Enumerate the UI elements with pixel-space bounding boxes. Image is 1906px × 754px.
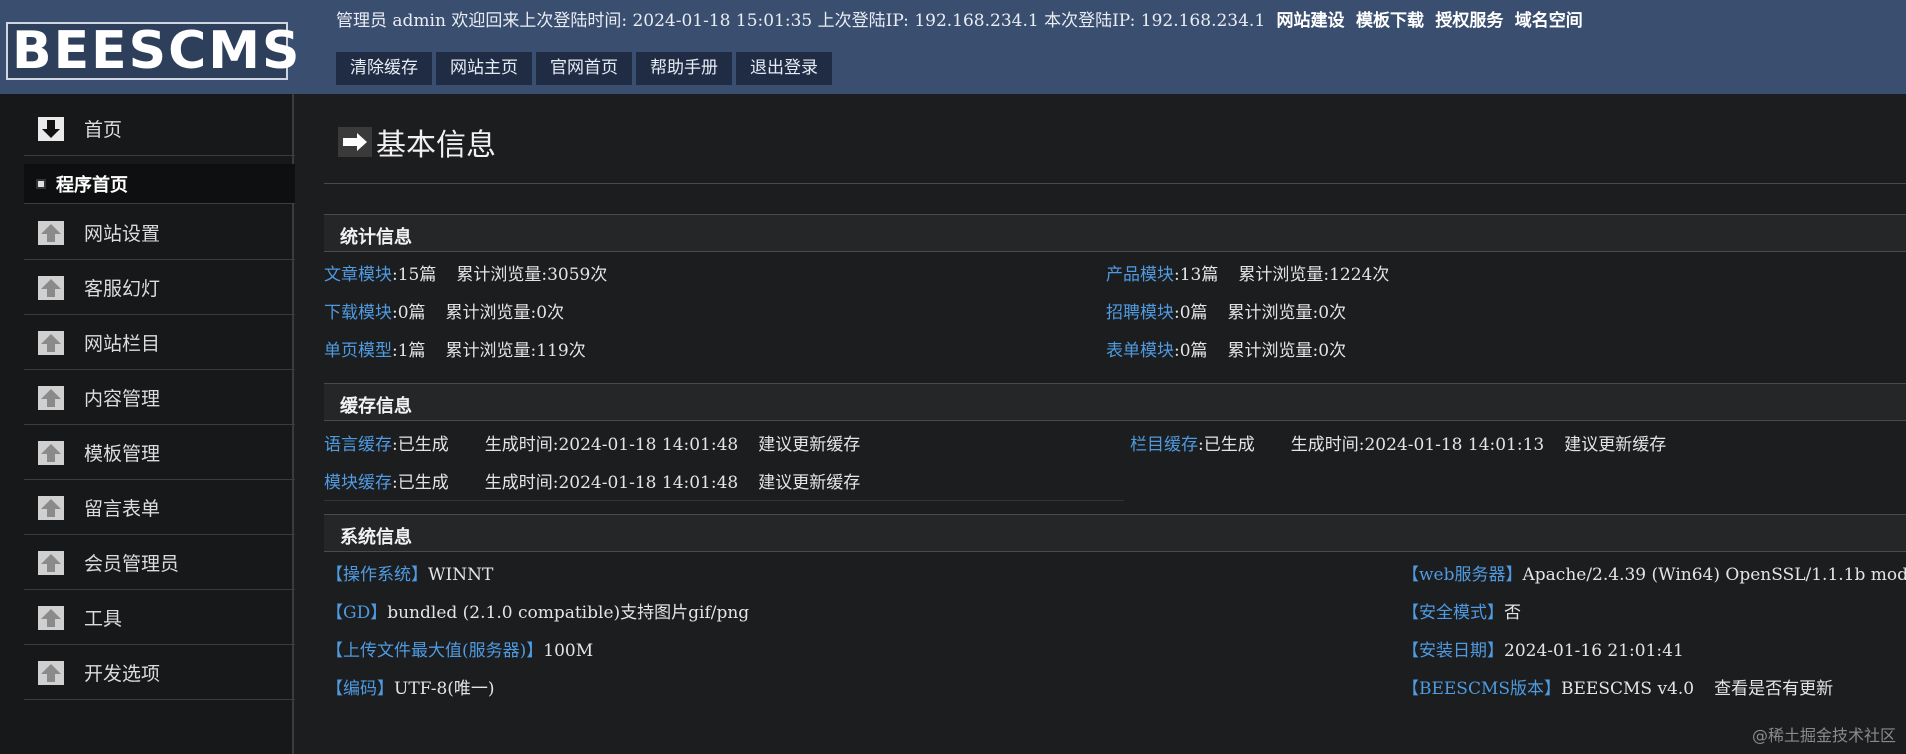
stat-row: 下载模块:0篇 累计浏览量:0次 (324, 303, 565, 323)
cache-link[interactable]: 模块缓存 (324, 473, 392, 493)
down-arrow-icon (38, 116, 64, 141)
system-row: 【操作系统】WINNT (326, 565, 494, 585)
check-update-link[interactable]: 查看是否有更新 (1714, 679, 1833, 699)
system-row: 【BEESCMS版本】BEESCMS v4.0 查看是否有更新 (1402, 679, 1834, 699)
section-header-system: 系统信息 (324, 514, 1906, 552)
link-domain-hosting[interactable]: 域名空间 (1515, 11, 1583, 31)
link-template-download[interactable]: 模板下载 (1356, 11, 1424, 31)
cache-link[interactable]: 栏目缓存 (1130, 435, 1198, 455)
cache-row: 模块缓存:已生成 生成时间:2024-01-18 14:01:48 建议更新缓存 (324, 473, 861, 493)
system-row: 【安全模式】否 (1402, 603, 1521, 623)
sidebar-item-member-admin[interactable]: 会员管理员 (24, 536, 295, 590)
sidebar-label: 留言表单 (84, 498, 161, 520)
sidebar-label: 会员管理员 (84, 553, 180, 575)
clear-cache-button[interactable]: 清除缓存 (336, 52, 432, 85)
sidebar-item-program-home[interactable]: 程序首页 (24, 164, 295, 204)
up-arrow-icon (38, 275, 64, 300)
system-row: 【上传文件最大值(服务器)】100M (326, 641, 594, 661)
module-link[interactable]: 单页模型 (324, 341, 392, 361)
link-license-service[interactable]: 授权服务 (1435, 11, 1503, 31)
sidebar-label: 内容管理 (84, 388, 161, 410)
up-arrow-icon (38, 385, 64, 410)
sidebar-item-content-management[interactable]: 内容管理 (24, 371, 295, 425)
divider (324, 500, 1124, 501)
stat-row: 招聘模块:0篇 累计浏览量:0次 (1106, 303, 1347, 323)
up-arrow-icon (38, 440, 64, 465)
page-title-text: 基本信息 (376, 128, 496, 163)
up-arrow-icon (38, 550, 64, 575)
cache-row: 语言缓存:已生成 生成时间:2024-01-18 14:01:48 建议更新缓存 (324, 435, 861, 455)
main-content: 基本信息 统计信息 文章模块:15篇 累计浏览量:3059次 产品模块:13篇 累计… (324, 94, 1906, 754)
sidebar-label: 模板管理 (84, 443, 161, 465)
sidebar-item-site-settings[interactable]: 网站设置 (24, 206, 295, 260)
sidebar-item-service-slides[interactable]: 客服幻灯 (24, 261, 295, 315)
system-row: 【web服务器】Apache/2.4.39 (Win64) OpenSSL/1.… (1402, 565, 1906, 585)
right-arrow-icon (338, 127, 372, 157)
site-home-button[interactable]: 网站主页 (436, 52, 532, 85)
up-arrow-icon (38, 330, 64, 355)
official-home-button[interactable]: 官网首页 (536, 52, 632, 85)
up-arrow-icon (38, 605, 64, 630)
module-link[interactable]: 产品模块 (1106, 265, 1174, 285)
sidebar-label: 工具 (84, 608, 123, 630)
cache-row: 栏目缓存:已生成 生成时间:2024-01-18 14:01:13 建议更新缓存 (1130, 435, 1667, 455)
up-arrow-icon (38, 495, 64, 520)
watermark: @稀土掘金技术社区 (1751, 726, 1896, 745)
sidebar-item-tools[interactable]: 工具 (24, 591, 295, 645)
module-link[interactable]: 下载模块 (324, 303, 392, 323)
up-arrow-icon (38, 660, 64, 685)
sidebar: 首页 程序首页 网站设置 客服幻灯 网站栏目 内容管理 模板管理 留言表单 会员… (0, 94, 295, 754)
sidebar-label: 程序首页 (56, 174, 128, 196)
sidebar-item-template-management[interactable]: 模板管理 (24, 426, 295, 480)
logout-button[interactable]: 退出登录 (736, 52, 832, 85)
section-header-stats: 统计信息 (324, 214, 1906, 252)
sidebar-item-site-columns[interactable]: 网站栏目 (24, 316, 295, 370)
divider (324, 183, 1906, 184)
module-link[interactable]: 表单模块 (1106, 341, 1174, 361)
up-arrow-icon (38, 220, 64, 245)
link-website-build[interactable]: 网站建设 (1277, 11, 1345, 31)
sidebar-label: 首页 (84, 119, 123, 141)
sidebar-item-home[interactable]: 首页 (24, 102, 295, 156)
module-link[interactable]: 招聘模块 (1106, 303, 1174, 323)
stat-row: 表单模块:0篇 累计浏览量:0次 (1106, 341, 1347, 361)
stat-row: 单页模型:1篇 累计浏览量:119次 (324, 341, 586, 361)
welcome-text: 管理员 admin 欢迎回来上次登陆时间: 2024-01-18 15:01:3… (336, 11, 1266, 31)
system-row: 【GD】bundled (2.1.0 compatible)支持图片gif/pn… (326, 603, 750, 623)
sidebar-label: 客服幻灯 (84, 278, 161, 300)
system-row: 【安装日期】2024-01-16 21:01:41 (1402, 641, 1684, 661)
system-row: 【编码】UTF-8(唯一) (326, 679, 495, 699)
beescms-logo: BEESCMS (6, 22, 300, 80)
welcome-bar: 管理员 admin 欢迎回来上次登陆时间: 2024-01-18 15:01:3… (336, 6, 1583, 31)
stat-row: 产品模块:13篇 累计浏览量:1224次 (1106, 265, 1390, 285)
bullet-square-icon (36, 178, 46, 189)
cache-link[interactable]: 语言缓存 (324, 435, 392, 455)
stat-row: 文章模块:15篇 累计浏览量:3059次 (324, 265, 608, 285)
sidebar-label: 网站栏目 (84, 333, 161, 355)
header-button-bar: 清除缓存 网站主页 官网首页 帮助手册 退出登录 (336, 52, 832, 85)
module-link[interactable]: 文章模块 (324, 265, 392, 285)
sidebar-item-dev-options[interactable]: 开发选项 (24, 646, 295, 700)
sidebar-label: 开发选项 (84, 663, 161, 685)
top-header: BEESCMS 管理员 admin 欢迎回来上次登陆时间: 2024-01-18… (0, 0, 1906, 94)
sidebar-item-message-forms[interactable]: 留言表单 (24, 481, 295, 535)
section-header-cache: 缓存信息 (324, 383, 1906, 421)
help-manual-button[interactable]: 帮助手册 (636, 52, 732, 85)
sidebar-label: 网站设置 (84, 223, 161, 245)
page-title: 基本信息 (338, 120, 496, 164)
